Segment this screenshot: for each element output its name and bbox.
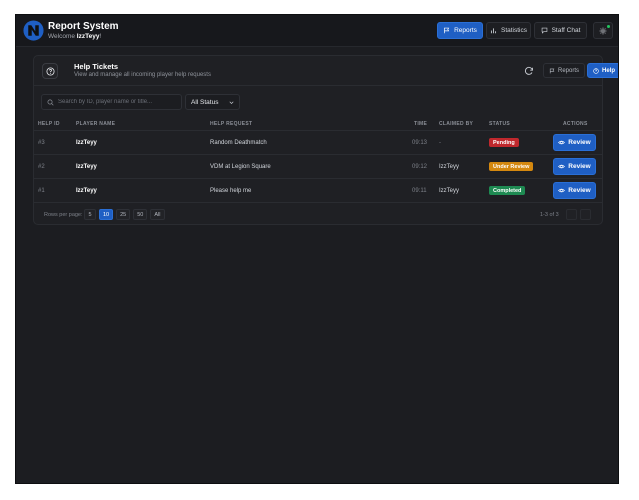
nav-statistics-label: Statistics (500, 27, 527, 34)
status-badge: Under Review (489, 162, 534, 171)
app-title: Report System (48, 21, 119, 32)
pagination-bar: Rows per page: 5 10 25 50 All 1-3 of 3 (34, 208, 602, 222)
welcome-username: IzzTeyy (76, 33, 100, 40)
bar-chart-icon (490, 28, 497, 34)
welcome-suffix: ! (99, 33, 102, 40)
column-header-actions: ACTIONS (563, 121, 588, 127)
status-filter-select[interactable]: All Status (185, 94, 240, 110)
search-input[interactable] (58, 99, 178, 105)
view-toggle: Reports Help (543, 63, 618, 79)
pagination-range: 1-3 of 3 (540, 212, 559, 218)
rows-per-page-label: Rows per page: (44, 212, 83, 218)
row-player-name: IzzTeyy (76, 188, 97, 194)
chat-icon (541, 27, 547, 34)
help-circle-icon (593, 67, 599, 74)
review-button-label: Review (568, 187, 591, 194)
row-help-id: #3 (38, 140, 45, 146)
row-time: 09:12 (412, 164, 428, 170)
rows-per-page-option[interactable]: All (150, 209, 165, 220)
row-help-request: Please help me (210, 188, 252, 194)
card-title: Help Tickets (74, 62, 119, 71)
help-tickets-card: Help Tickets View and manage all incomin… (33, 55, 618, 225)
column-header-time: TIME (414, 121, 428, 127)
app-header: Report System Welcome IzzTeyy! Reports S… (16, 15, 618, 47)
gear-icon (599, 27, 607, 34)
search-icon (47, 99, 54, 106)
eye-icon (558, 188, 566, 193)
toggle-help-label: Help (602, 67, 616, 74)
column-header-claimed-by: CLAIMED BY (439, 121, 474, 127)
nav-staff-chat-button[interactable]: Staff Chat (534, 22, 587, 39)
row-claimed-by: IzzTeyy (439, 164, 460, 170)
review-button-label: Review (568, 139, 591, 146)
welcome-text: Welcome IzzTeyy! (48, 33, 101, 40)
flag-icon (444, 27, 450, 34)
eye-icon (558, 140, 566, 145)
column-header-help-request: HELP REQUEST (210, 121, 253, 127)
nav-reports-label: Reports (454, 27, 477, 34)
refresh-icon[interactable] (524, 66, 534, 76)
help-circle-icon (45, 66, 55, 76)
row-player-name: IzzTeyy (76, 164, 97, 170)
column-header-help-id: HELP ID (38, 121, 60, 127)
report-system-window: Report System Welcome IzzTeyy! Reports S… (15, 14, 619, 484)
review-button[interactable]: Review (553, 182, 596, 199)
table-header: HELP ID PLAYER NAME HELP REQUEST TIME CL… (34, 119, 602, 131)
status-badge: Completed (489, 186, 526, 195)
welcome-prefix: Welcome (48, 33, 75, 40)
row-help-request: Random Deathmatch (210, 140, 267, 146)
nav-reports-button[interactable]: Reports (437, 22, 483, 39)
rows-per-page-option[interactable]: 25 (116, 209, 131, 220)
column-header-player-name: PLAYER NAME (76, 121, 116, 127)
rows-per-page-option[interactable]: 5 (84, 209, 96, 220)
toggle-reports-button[interactable]: Reports (543, 63, 586, 78)
help-icon-box (42, 63, 58, 79)
nav-statistics-button[interactable]: Statistics (486, 22, 531, 39)
next-page-button[interactable] (580, 209, 591, 220)
online-status-dot (607, 25, 610, 28)
prev-page-button[interactable] (566, 209, 577, 220)
rows-per-page-option-selected[interactable]: 10 (99, 209, 114, 220)
status-filter-value: All Status (191, 98, 219, 106)
row-player-name: IzzTeyy (76, 140, 97, 146)
review-button[interactable]: Review (553, 158, 596, 175)
row-time: 09:11 (412, 188, 427, 194)
card-subtitle: View and manage all incoming player help… (74, 72, 211, 78)
review-button-label: Review (568, 163, 591, 170)
toggle-help-button[interactable]: Help (587, 63, 618, 78)
chevron-down-icon (229, 101, 234, 104)
row-claimed-by: IzzTeyy (439, 188, 460, 194)
row-help-request: VDM at Legion Square (210, 164, 271, 170)
column-header-status: STATUS (489, 121, 511, 127)
table-row: #2 IzzTeyy VDM at Legion Square 09:12 Iz… (34, 155, 602, 179)
rows-per-page-options: 5 10 25 50 All (84, 209, 165, 220)
table-row: #3 IzzTeyy Random Deathmatch 09:13 - Pen… (34, 131, 602, 155)
toggle-reports-label: Reports (558, 67, 580, 74)
card-header: Help Tickets View and manage all incomin… (34, 56, 618, 86)
nav-staff-chat-label: Staff Chat (551, 27, 581, 34)
settings-button[interactable] (593, 22, 613, 39)
review-button[interactable]: Review (553, 134, 596, 151)
status-badge: Pending (489, 138, 519, 147)
row-time: 09:13 (412, 140, 428, 146)
row-claimed-by: - (439, 140, 441, 146)
rows-per-page-option[interactable]: 50 (133, 209, 148, 220)
row-help-id: #1 (38, 188, 45, 194)
search-box (41, 94, 182, 110)
help-tickets-table: HELP ID PLAYER NAME HELP REQUEST TIME CL… (34, 119, 602, 203)
row-help-id: #2 (38, 164, 45, 170)
eye-icon (558, 164, 566, 169)
table-row: #1 IzzTeyy Please help me 09:11 IzzTeyy … (34, 179, 602, 203)
flag-icon (549, 68, 555, 73)
logo-icon (23, 20, 44, 41)
